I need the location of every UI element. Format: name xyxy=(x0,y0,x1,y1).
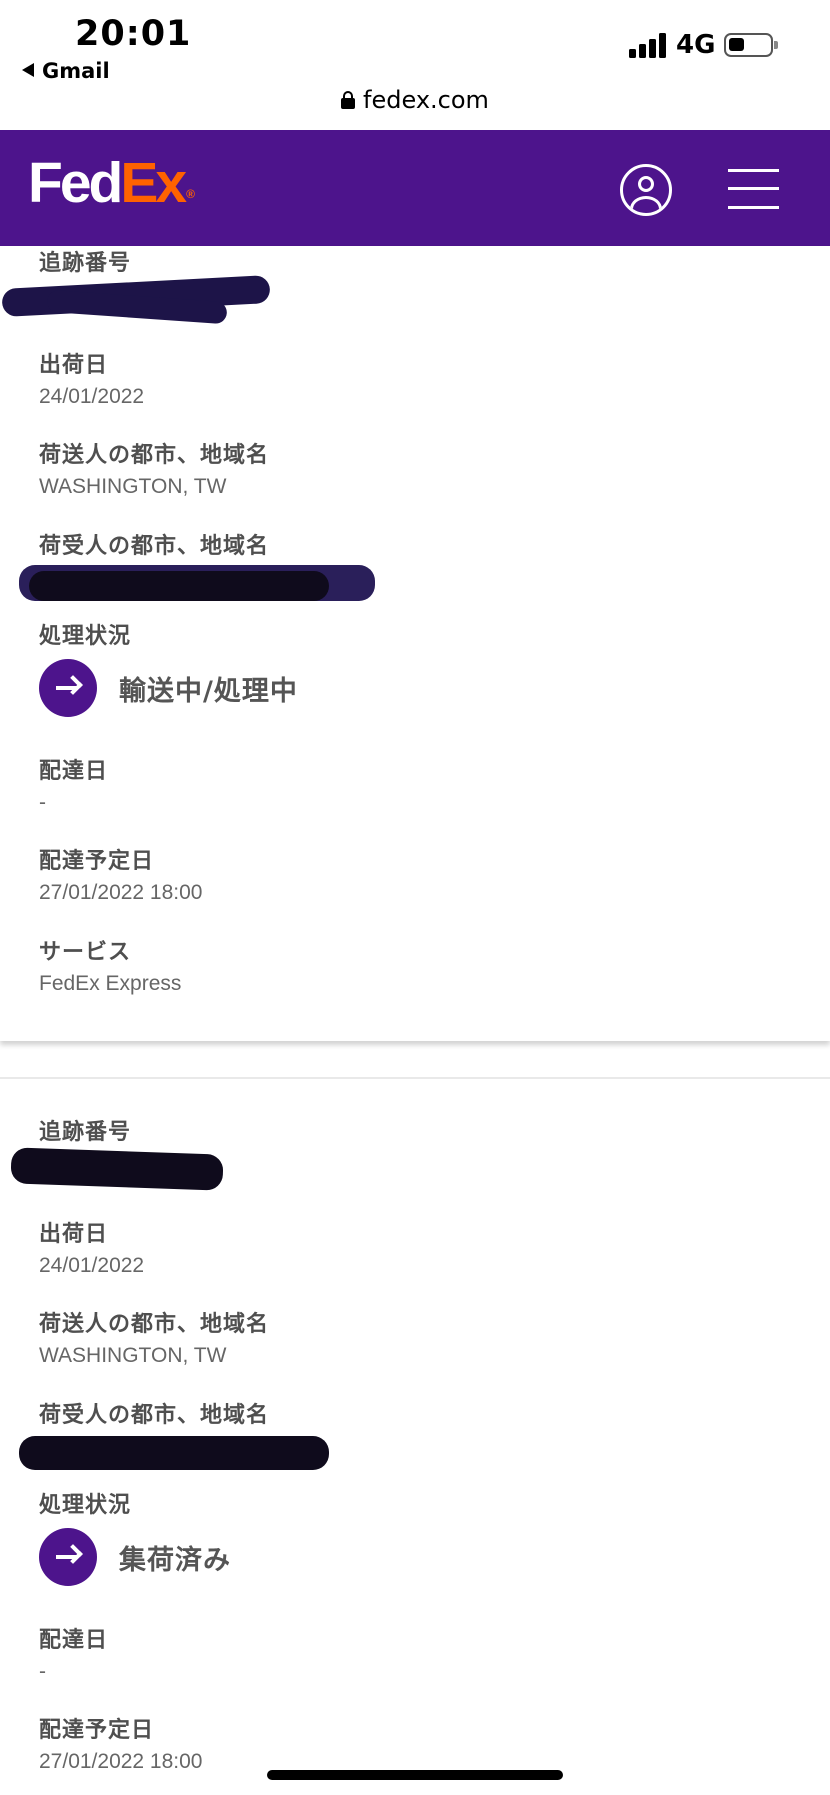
arrow-right-icon xyxy=(39,659,97,717)
field-label: 配達日 xyxy=(39,1628,109,1653)
url-text: fedex.com xyxy=(363,86,489,114)
shipment-card: 追跡番号 出荷日 24/01/2022 荷送人の都市、地域名 WASHINGTO… xyxy=(0,1077,830,1795)
status-row: 集荷済み xyxy=(39,1528,799,1586)
scheduled-delivery-field: 配達予定日 27/01/2022 18:00 xyxy=(39,848,799,908)
field-label: 処理状況 xyxy=(39,1493,132,1518)
recipient-field: 荷受人の都市、地域名 xyxy=(19,533,799,601)
signal-icon xyxy=(629,32,669,58)
scheduled-delivery-value: 27/01/2022 18:00 xyxy=(39,881,203,904)
field-label: 荷受人の都市、地域名 xyxy=(39,1403,270,1428)
field-label: 追跡番号 xyxy=(39,251,132,276)
ship-date-value: 24/01/2022 xyxy=(39,385,145,408)
field-label: 配達予定日 xyxy=(39,1718,155,1743)
back-arrow-icon xyxy=(22,63,34,77)
delivery-date-value: - xyxy=(39,791,46,814)
field-label: 出荷日 xyxy=(39,1222,109,1247)
shipment-card: 追跡番号 出荷日 24/01/2022 荷送人の都市、地域名 WASHINGTO… xyxy=(0,246,830,1041)
delivery-date-field: 配達日 - xyxy=(39,758,799,818)
user-icon xyxy=(638,176,654,192)
delivery-date-value: - xyxy=(39,1660,46,1683)
account-button[interactable] xyxy=(620,164,672,216)
field-label: 配達日 xyxy=(39,759,109,784)
redacted-recipient xyxy=(19,1430,799,1470)
shipper-value: WASHINGTON, TW xyxy=(39,1344,227,1367)
url-bar[interactable]: fedex.com xyxy=(0,86,830,114)
tracking-number-field: 追跡番号 xyxy=(1,250,799,325)
field-label: 出荷日 xyxy=(39,353,109,378)
back-to-app-button[interactable]: Gmail xyxy=(22,59,110,83)
ship-date-value: 24/01/2022 xyxy=(39,1254,145,1277)
redacted-tracking-number xyxy=(10,1147,799,1191)
ship-date-field: 出荷日 24/01/2022 xyxy=(39,352,799,412)
arrow-right-icon xyxy=(39,1528,97,1586)
field-label: 処理状況 xyxy=(39,624,132,649)
service-value: FedEx Express xyxy=(39,972,182,995)
scheduled-delivery-field: 配達予定日 27/01/2022 18:00 xyxy=(39,1717,799,1777)
home-indicator[interactable] xyxy=(267,1770,563,1780)
fedex-logo[interactable]: FedEx ® xyxy=(28,155,195,212)
status-bar: 20:01 Gmail 4G fedex.com xyxy=(0,0,830,130)
redacted-tracking-number xyxy=(1,275,799,325)
status-row: 輸送中/処理中 xyxy=(39,659,799,717)
site-header: FedEx ® xyxy=(0,130,830,246)
shipper-field: 荷送人の都市、地域名 WASHINGTON, TW xyxy=(39,1311,799,1371)
shipper-field: 荷送人の都市、地域名 WASHINGTON, TW xyxy=(39,442,799,502)
menu-button[interactable] xyxy=(728,167,779,211)
field-label: 荷送人の都市、地域名 xyxy=(39,443,270,468)
lock-icon xyxy=(341,91,356,109)
shipper-value: WASHINGTON, TW xyxy=(39,475,227,498)
ship-date-field: 出荷日 24/01/2022 xyxy=(39,1221,799,1281)
delivery-date-field: 配達日 - xyxy=(39,1627,799,1687)
status-field: 処理状況 集荷済み xyxy=(39,1492,799,1586)
field-label: 荷受人の都市、地域名 xyxy=(39,534,270,559)
field-label: 配達予定日 xyxy=(39,849,155,874)
field-label: 荷送人の都市、地域名 xyxy=(39,1312,270,1337)
field-label: サービス xyxy=(39,940,132,965)
status-value: 輸送中/処理中 xyxy=(119,675,298,707)
recipient-field: 荷受人の都市、地域名 xyxy=(19,1402,799,1470)
service-field: サービス FedEx Express xyxy=(39,939,799,999)
battery-icon xyxy=(724,33,778,57)
field-label: 追跡番号 xyxy=(39,1120,132,1145)
status-value: 集荷済み xyxy=(119,1544,231,1576)
network-type: 4G xyxy=(676,30,716,60)
status-time: 20:01 xyxy=(75,14,192,54)
redacted-recipient xyxy=(19,561,799,601)
back-app-label: Gmail xyxy=(42,59,110,83)
status-field: 処理状況 輸送中/処理中 xyxy=(39,623,799,717)
tracking-number-field: 追跡番号 xyxy=(10,1119,799,1191)
